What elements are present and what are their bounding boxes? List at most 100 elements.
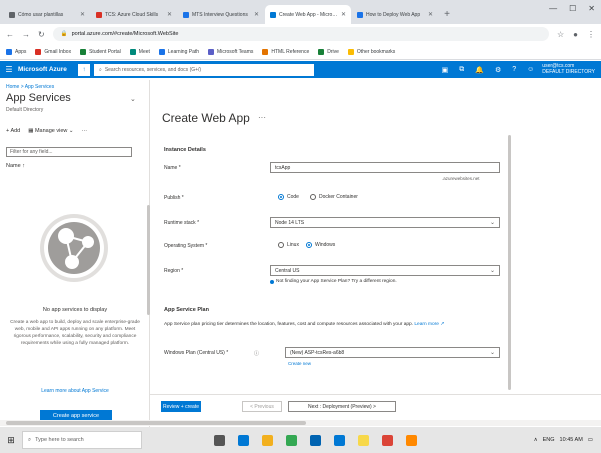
windows-plan-select[interactable]: (New) ASP-tcsRes-a6b8 ⌄ (285, 347, 500, 358)
plan-learn-more-link[interactable]: Learn more (414, 322, 439, 327)
next-deployment-button[interactable]: Next : Deployment (Preview) > (288, 401, 396, 412)
bookmark-favicon-icon (6, 48, 12, 55)
task-view-icon[interactable] (214, 434, 225, 446)
url-input[interactable]: 🔒 portal.azure.com/#create/Microsoft.Web… (52, 27, 549, 41)
operating-system-label: Operating System * (164, 243, 208, 249)
chrome-secondary-icon[interactable] (382, 434, 393, 446)
cloud-shell-icon[interactable]: ▣ (442, 66, 449, 74)
info-circle-icon[interactable]: ⓘ (254, 350, 259, 357)
region-select[interactable]: Central US ⌄ (270, 265, 500, 276)
browser-tab[interactable]: How to Deploy Web App ✕ (352, 5, 438, 24)
close-icon[interactable]: ✕ (428, 11, 433, 18)
search-placeholder: Search resources, services, and docs (G+… (104, 66, 202, 73)
bookmark-item[interactable]: Student Portal (80, 48, 121, 55)
browser-tab-active[interactable]: Create Web App - Microsoft ✕ (265, 5, 351, 24)
os-linux-radio[interactable]: Linux (278, 242, 299, 248)
settings-gear-icon[interactable]: ⚙ (495, 66, 501, 74)
notifications-bell-icon[interactable]: 🔔 (475, 66, 484, 74)
tray-expand-icon[interactable]: ∧ (534, 437, 538, 443)
feedback-icon[interactable]: ☺ (527, 66, 534, 74)
notification-center-icon[interactable]: ▭ (588, 437, 593, 443)
back-arrow-icon[interactable]: ← (6, 30, 14, 39)
tab-favicon-icon (357, 11, 363, 18)
bookmark-item[interactable]: HTML Reference (262, 48, 309, 55)
star-icon[interactable]: ☆ (557, 30, 564, 39)
close-window-button[interactable]: ✕ (588, 4, 595, 13)
bookmark-item[interactable]: Microsoft Teams (208, 48, 254, 55)
browser-tab[interactable]: TCS: Azure Cloud Skills ✕ (91, 5, 177, 24)
breadcrumb[interactable]: Home > App Services (6, 84, 54, 90)
close-icon[interactable]: ✕ (167, 11, 172, 18)
upgrade-icon[interactable]: ↑ (78, 63, 90, 76)
empty-state-description: Create a web app to build, deploy and sc… (10, 320, 140, 346)
chevron-down-icon[interactable]: ⌄ (130, 95, 136, 103)
bookmark-favicon-icon (129, 48, 136, 55)
file-explorer-icon[interactable] (262, 434, 273, 446)
store-icon[interactable] (310, 434, 321, 446)
close-icon[interactable]: ✕ (341, 11, 346, 18)
azure-search-input[interactable]: ⌕ Search resources, services, and docs (… (94, 63, 314, 76)
select-value: Node 14 LTS (275, 219, 305, 226)
add-button[interactable]: + Add (6, 128, 20, 134)
publish-docker-radio[interactable]: Docker Container (310, 194, 358, 200)
browser-tab[interactable]: Cómo usar plantillas ✕ (4, 5, 90, 24)
chevron-down-icon: ⌄ (489, 268, 495, 274)
scrollbar-thumb[interactable] (6, 421, 306, 425)
publish-code-radio[interactable]: Code (278, 194, 299, 200)
column-header-name[interactable]: Name ↑ (6, 163, 25, 169)
maximize-button[interactable]: ☐ (569, 4, 576, 13)
menu-kebab-icon[interactable]: ⋮ (587, 30, 595, 39)
edge-icon[interactable] (238, 434, 249, 446)
manage-view-button[interactable]: ▦ Manage view ⌄ (28, 128, 73, 134)
bookmark-label: Microsoft Teams (217, 48, 254, 55)
reload-icon[interactable]: ↻ (38, 30, 45, 39)
chrome-icon[interactable] (286, 434, 297, 446)
taskbar-search-input[interactable]: ⌕ Type here to search (22, 431, 142, 449)
bookmark-item[interactable]: Apps (6, 48, 26, 55)
profile-icon[interactable]: ● (573, 30, 578, 39)
filter-input[interactable]: Filter for any field... (6, 147, 132, 157)
browser-tab[interactable]: MTS Interview Questions ✕ (178, 5, 264, 24)
forward-arrow-icon[interactable]: → (22, 30, 30, 39)
page-title: Create Web App (162, 111, 250, 125)
bookmark-favicon-icon (158, 48, 165, 55)
review-create-button[interactable]: Review + create (161, 401, 201, 412)
bookmark-item[interactable]: Gmail Inbox (35, 48, 71, 55)
language-indicator[interactable]: ENG (543, 437, 555, 443)
help-icon[interactable]: ? (512, 66, 516, 74)
chevron-down-icon: ⌄ (489, 350, 495, 356)
plan-description-text: App Service plan pricing tier determines… (164, 322, 414, 327)
horizontal-scrollbar[interactable] (0, 420, 601, 426)
bookmark-label: Student Portal (89, 48, 121, 55)
close-icon[interactable]: ✕ (254, 11, 259, 18)
create-new-plan-link[interactable]: Create new (288, 361, 311, 366)
more-options-icon[interactable]: ··· (258, 113, 266, 122)
new-tab-button[interactable]: + (439, 5, 455, 24)
runtime-stack-select[interactable]: Node 14 LTS ⌄ (270, 217, 500, 228)
empty-state-illustration (40, 214, 108, 282)
hamburger-menu-icon[interactable]: ☰ (0, 65, 18, 74)
bookmark-item[interactable]: Drive (318, 48, 339, 55)
sticky-notes-icon[interactable] (358, 434, 369, 446)
grid-icon: ▦ (28, 128, 35, 134)
name-input[interactable]: tcsApp (270, 162, 500, 173)
plan-description: App Service plan pricing tier determines… (164, 322, 474, 329)
mail-icon[interactable] (334, 434, 345, 446)
vlc-icon[interactable] (406, 434, 417, 446)
bookmark-item[interactable]: Meet (129, 48, 150, 55)
azure-brand[interactable]: Microsoft Azure (18, 66, 78, 73)
bookmark-item[interactable]: Learning Path (158, 48, 199, 55)
region-label: Region * (164, 268, 184, 274)
previous-button[interactable]: < Previous (242, 401, 282, 412)
close-icon[interactable]: ✕ (80, 11, 85, 18)
directory-filter-icon[interactable]: ⧉ (459, 66, 464, 74)
more-actions-icon[interactable]: ··· (82, 128, 88, 134)
os-windows-radio[interactable]: Windows (306, 242, 335, 248)
account-menu[interactable]: user@tcs.com DEFAULT DIRECTORY (542, 63, 601, 75)
main-scrollbar[interactable] (508, 135, 511, 390)
windows-start-icon[interactable]: ⊞ (0, 435, 22, 446)
clock[interactable]: 10:45 AM (560, 437, 583, 443)
minimize-button[interactable]: — (549, 4, 557, 13)
learn-more-link[interactable]: Learn more about App Service (6, 388, 144, 394)
bookmark-item[interactable]: Other bookmarks (347, 48, 395, 55)
